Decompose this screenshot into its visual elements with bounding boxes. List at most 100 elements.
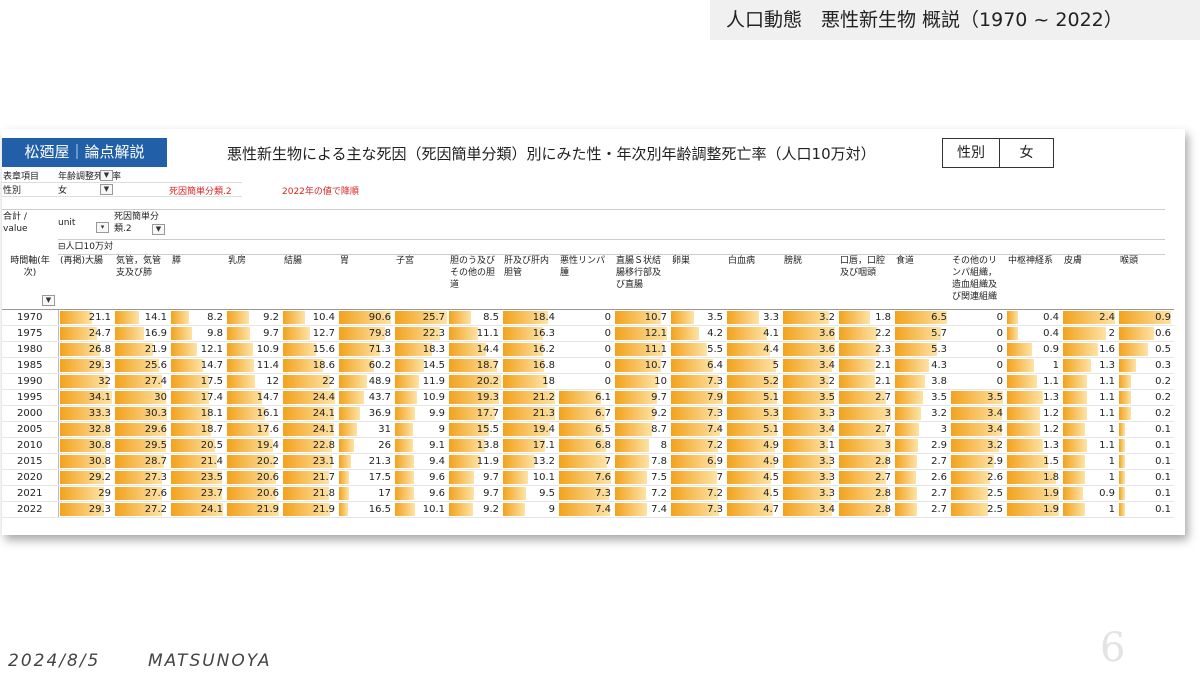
data-bar bbox=[59, 487, 104, 500]
value-text: 12 bbox=[266, 376, 279, 387]
value-cell: 30.8 bbox=[58, 437, 114, 454]
value-cell: 3.5 bbox=[894, 389, 950, 406]
value-text: 17.4 bbox=[200, 392, 223, 403]
value-text: 5.7 bbox=[931, 328, 947, 339]
data-bar bbox=[171, 343, 198, 356]
value-cell: 23.5 bbox=[170, 469, 226, 486]
value-cell: 2.5 bbox=[950, 501, 1006, 518]
filter-icon[interactable]: ▼ bbox=[42, 295, 55, 306]
filter-icon[interactable]: ▼ bbox=[100, 170, 113, 181]
value-cell: 17.5 bbox=[338, 469, 394, 486]
value-text: 11.9 bbox=[476, 456, 499, 467]
pivot-header: 合計 / value unit ▾ 死因簡単分類.2 ▼ ⊟人口10万対 bbox=[2, 209, 1165, 255]
value-cell: 23.1 bbox=[282, 453, 338, 470]
value-text: 4.1 bbox=[763, 328, 779, 339]
value-cell: 16.3 bbox=[502, 325, 558, 342]
value-cell: 21.1 bbox=[58, 309, 114, 326]
value-text: 29.6 bbox=[144, 424, 167, 435]
value-text: 1.9 bbox=[1043, 488, 1059, 499]
value-text: 1.3 bbox=[1043, 440, 1059, 451]
value-cell: 0 bbox=[950, 309, 1006, 326]
value-cell: 7 bbox=[558, 453, 614, 470]
value-cell: 31 bbox=[338, 421, 394, 438]
value-text: 6.7 bbox=[595, 408, 611, 419]
data-bar bbox=[615, 471, 648, 484]
value-cell: 1.8 bbox=[1006, 469, 1062, 486]
value-text: 1.8 bbox=[1043, 472, 1059, 483]
value-cell: 29 bbox=[58, 485, 114, 502]
value-text: 1.9 bbox=[1043, 504, 1059, 515]
value-text: 7.9 bbox=[707, 392, 723, 403]
data-bar bbox=[283, 311, 306, 324]
column-header: 悪性リンパ腫 bbox=[558, 253, 614, 310]
value-text: 9.7 bbox=[483, 472, 499, 483]
value-cell: 0.2 bbox=[1118, 405, 1174, 422]
column-header: 肝及び肝内胆管 bbox=[502, 253, 558, 310]
value-text: 26.8 bbox=[88, 344, 111, 355]
value-text: 7.3 bbox=[707, 376, 723, 387]
value-cell: 0 bbox=[558, 341, 614, 358]
value-cell: 16.8 bbox=[502, 357, 558, 374]
data-bar bbox=[615, 407, 655, 420]
value-cell: 8.7 bbox=[614, 421, 670, 438]
value-text: 2.9 bbox=[931, 440, 947, 451]
value-text: 3.4 bbox=[819, 424, 835, 435]
value-text: 21.8 bbox=[312, 488, 335, 499]
value-cell: 3.5 bbox=[670, 309, 726, 326]
value-cell: 2.9 bbox=[894, 437, 950, 454]
data-bar bbox=[1119, 359, 1137, 372]
data-bar bbox=[1119, 343, 1148, 356]
column-header: 皮膚 bbox=[1062, 253, 1118, 310]
value-text: 10.1 bbox=[422, 504, 445, 515]
value-cell: 0 bbox=[950, 341, 1006, 358]
value-text: 4.9 bbox=[763, 440, 779, 451]
value-text: 25.6 bbox=[144, 360, 167, 371]
value-text: 3 bbox=[884, 408, 891, 419]
value-text: 5.3 bbox=[931, 344, 947, 355]
value-cell: 6.1 bbox=[558, 389, 614, 406]
value-text: 30.3 bbox=[144, 408, 167, 419]
value-cell: 5.3 bbox=[894, 341, 950, 358]
data-bar bbox=[727, 311, 760, 324]
value-cell: 43.7 bbox=[338, 389, 394, 406]
value-text: 3.3 bbox=[819, 488, 835, 499]
value-cell: 20.5 bbox=[170, 437, 226, 454]
value-text: 3.5 bbox=[987, 392, 1003, 403]
data-bar bbox=[1119, 487, 1125, 500]
value-text: 5.3 bbox=[763, 408, 779, 419]
value-cell: 27.2 bbox=[114, 501, 170, 518]
data-bar bbox=[895, 391, 923, 404]
value-cell: 26.8 bbox=[58, 341, 114, 358]
value-text: 2.5 bbox=[987, 488, 1003, 499]
value-cell: 4.3 bbox=[894, 357, 950, 374]
value-cell: 90.6 bbox=[338, 309, 394, 326]
value-text: 7.3 bbox=[707, 408, 723, 419]
value-cell: 3.3 bbox=[782, 405, 838, 422]
data-bar bbox=[503, 455, 536, 468]
value-cell: 12.1 bbox=[170, 341, 226, 358]
value-text: 20.2 bbox=[256, 456, 279, 467]
value-cell: 21.7 bbox=[282, 469, 338, 486]
value-text: 11.1 bbox=[476, 328, 499, 339]
filter-icon[interactable]: ▼ bbox=[100, 184, 113, 195]
data-bar bbox=[895, 455, 917, 468]
data-bar bbox=[395, 439, 414, 452]
value-cell: 7.2 bbox=[670, 485, 726, 502]
dropdown-icon[interactable]: ▾ bbox=[96, 222, 109, 233]
value-cell: 22 bbox=[282, 373, 338, 390]
value-text: 3.2 bbox=[931, 408, 947, 419]
value-cell: 6.4 bbox=[670, 357, 726, 374]
table-row: 1995 34.1 30 17.4 14.7 24.4 43.7 10.9 19.3 21.2 6.… bbox=[2, 389, 1174, 406]
value-text: 60.2 bbox=[368, 360, 391, 371]
value-text: 21.3 bbox=[368, 456, 391, 467]
value-cell: 1.1 bbox=[1062, 389, 1118, 406]
filter-icon[interactable]: ▼ bbox=[152, 224, 165, 235]
value-text: 16.5 bbox=[368, 504, 391, 515]
value-text: 1.8 bbox=[875, 312, 891, 323]
value-cell: 3 bbox=[838, 405, 894, 422]
value-text: 9.2 bbox=[263, 312, 279, 323]
data-bar bbox=[503, 487, 527, 500]
value-text: 0 bbox=[996, 360, 1003, 371]
value-cell: 15.5 bbox=[448, 421, 502, 438]
value-cell: 7.5 bbox=[614, 469, 670, 486]
